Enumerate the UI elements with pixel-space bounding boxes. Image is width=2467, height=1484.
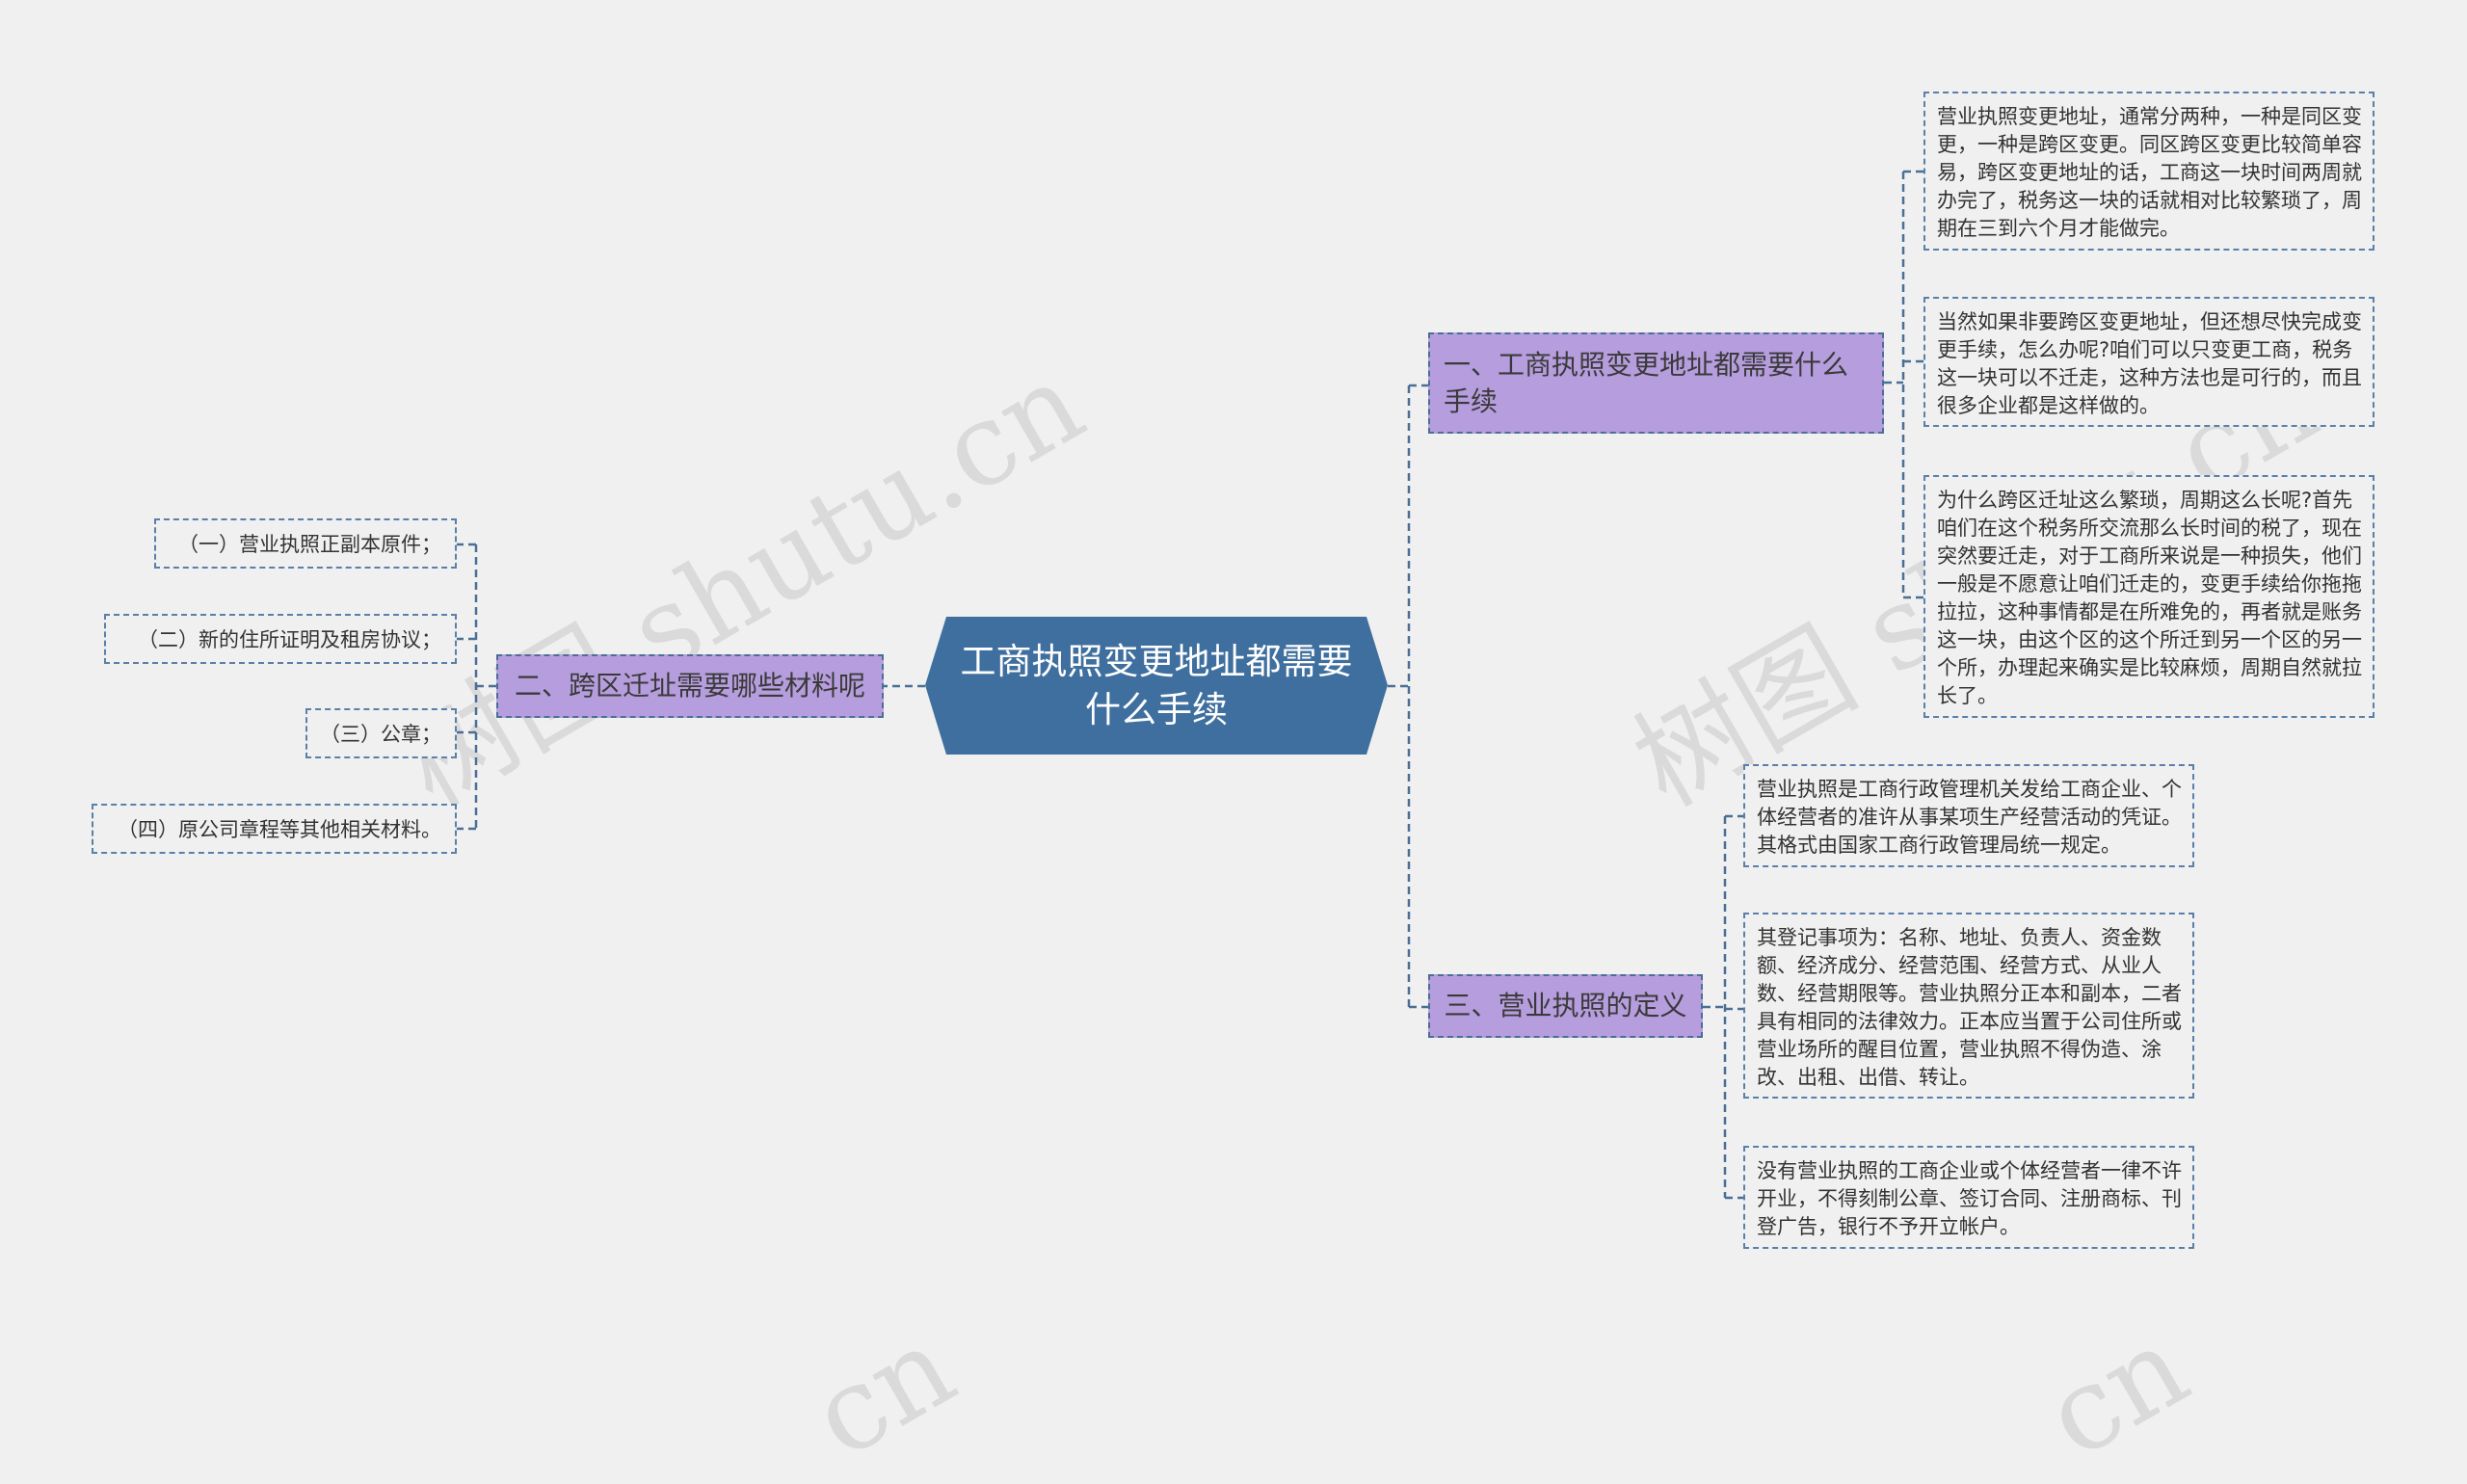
leaf-text: （四）原公司章程等其他相关材料。 <box>118 818 441 841</box>
leaf-text: （一）营业执照正副本原件； <box>178 533 441 556</box>
leaf-node[interactable]: 其登记事项为：名称、地址、负责人、资金数额、经济成分、经营范围、经营方式、从业人… <box>1743 913 2194 1099</box>
leaf-text: 当然如果非要跨区变更地址，但还想尽快完成变更手续，怎么办呢?咱们可以只变更工商，… <box>1937 310 2362 417</box>
leaf-node[interactable]: （三）公章； <box>305 708 457 758</box>
leaf-node[interactable]: 营业执照是工商行政管理机关发给工商企业、个体经营者的准许从事某项生产经营活动的凭… <box>1743 764 2194 867</box>
branch-node-1[interactable]: 一、工商执照变更地址都需要什么手续 <box>1428 332 1884 434</box>
mindmap-canvas: 树图 shutu.cn 树图 shutu.cn cn cn <box>0 0 2467 1484</box>
leaf-node[interactable]: （四）原公司章程等其他相关材料。 <box>92 804 457 854</box>
leaf-text: 其登记事项为：名称、地址、负责人、资金数额、经济成分、经营范围、经营方式、从业人… <box>1757 926 2182 1089</box>
root-node[interactable]: 工商执照变更地址都需要什么手续 <box>925 617 1388 755</box>
branch-label: 一、工商执照变更地址都需要什么手续 <box>1444 348 1849 417</box>
leaf-node[interactable]: 营业执照变更地址，通常分两种，一种是同区变更，一种是跨区变更。同区跨区变更比较简… <box>1923 92 2374 251</box>
branch-node-2[interactable]: 二、跨区迁址需要哪些材料呢 <box>496 654 884 718</box>
leaf-node[interactable]: 没有营业执照的工商企业或个体经营者一律不许开业，不得刻制公章、签订合同、注册商标… <box>1743 1146 2194 1249</box>
leaf-node[interactable]: 当然如果非要跨区变更地址，但还想尽快完成变更手续，怎么办呢?咱们可以只变更工商，… <box>1923 297 2374 427</box>
branch-label: 二、跨区迁址需要哪些材料呢 <box>514 670 865 702</box>
leaf-node[interactable]: （一）营业执照正副本原件； <box>154 518 457 569</box>
leaf-text: 为什么跨区迁址这么繁琐，周期这么长呢?首先咱们在这个税务所交流那么长时间的税了，… <box>1937 489 2362 707</box>
branch-node-3[interactable]: 三、营业执照的定义 <box>1428 974 1703 1038</box>
leaf-text: （三）公章； <box>320 723 441 746</box>
leaf-text: 营业执照变更地址，通常分两种，一种是同区变更，一种是跨区变更。同区跨区变更比较简… <box>1937 105 2362 240</box>
leaf-text: 没有营业执照的工商企业或个体经营者一律不许开业，不得刻制公章、签订合同、注册商标… <box>1757 1159 2182 1238</box>
leaf-node[interactable]: 为什么跨区迁址这么繁琐，周期这么长呢?首先咱们在这个税务所交流那么长时间的税了，… <box>1923 475 2374 718</box>
leaf-text: 营业执照是工商行政管理机关发给工商企业、个体经营者的准许从事某项生产经营活动的凭… <box>1757 778 2182 857</box>
branch-label: 三、营业执照的定义 <box>1444 990 1687 1021</box>
leaf-text: （二）新的住所证明及租房协议； <box>138 628 441 651</box>
leaf-node[interactable]: （二）新的住所证明及租房协议； <box>104 614 457 664</box>
root-label: 工商执照变更地址都需要什么手续 <box>960 640 1353 730</box>
